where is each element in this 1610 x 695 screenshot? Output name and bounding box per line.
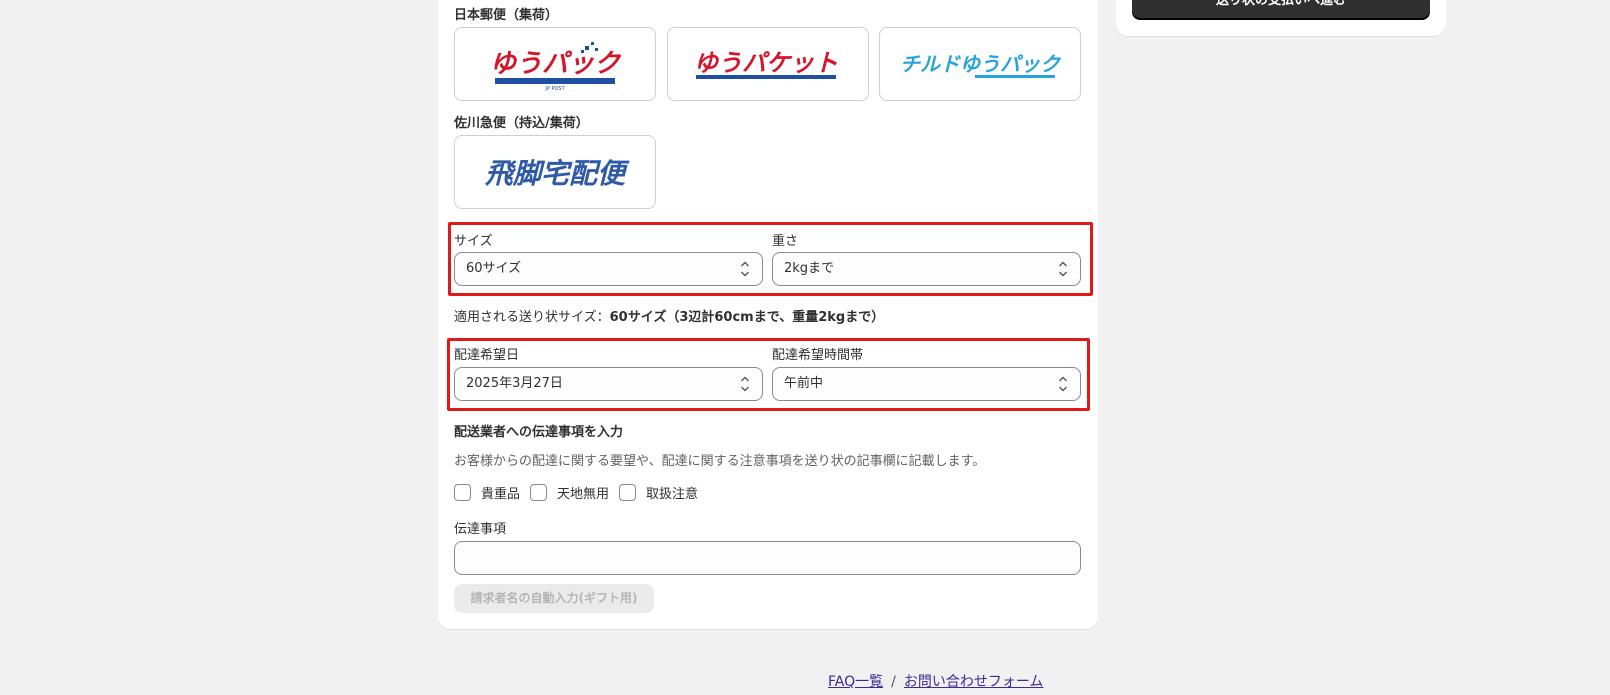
faq-link[interactable]: FAQ一覧 xyxy=(828,674,883,690)
notes-description: お客様からの配達に関する要望や、配達に関する注意事項を送り状の記事欄に記載します… xyxy=(454,454,986,469)
applied-size-prefix: 適用される送り状サイズ： xyxy=(454,310,610,325)
delivery-time-label: 配達希望時間帯 xyxy=(772,348,864,363)
checkbox-label: 天地無用 xyxy=(557,487,610,502)
contact-form-link[interactable]: お問い合わせフォーム xyxy=(904,674,1044,690)
delivery-time-select[interactable]: 午前中 xyxy=(772,367,1081,401)
weight-select-value: 2kgまで xyxy=(784,261,835,276)
yupack-option[interactable]: ゆうパック JP POST xyxy=(454,27,656,101)
yupacket-logo-text: ゆうパケット xyxy=(694,49,838,77)
yupack-logo-text: ゆうパック xyxy=(490,49,622,79)
size-label: サイズ xyxy=(454,234,493,249)
chevron-up-down-icon xyxy=(741,261,749,277)
size-select[interactable]: 60サイズ xyxy=(454,252,763,286)
chevron-up-down-icon xyxy=(741,376,749,392)
applied-size-value: 60サイズ（3辺計60cmまで、重量2kgまで） xyxy=(609,310,885,325)
yupack-logo: ゆうパック JP POST xyxy=(490,42,622,92)
chilled-yupack-logo-text: チルドゆうパック xyxy=(900,52,1062,76)
sagawa-logo-text: 飛脚宅配便 xyxy=(484,157,630,190)
sagawa-label: 佐川急便（持込/集荷） xyxy=(454,116,589,131)
page: 送り状の支払いへ進む 日本郵便（集荷） ゆうパック JP POST ゆうパケット… xyxy=(0,0,1610,695)
chevron-up-down-icon xyxy=(1059,261,1067,277)
weight-label: 重さ xyxy=(772,234,799,249)
sagawa-hikyaku-option[interactable]: 飛脚宅配便 xyxy=(454,135,656,209)
yupacket-option[interactable]: ゆうパケット xyxy=(667,27,869,101)
notes-heading: 配送業者への伝達事項を入力 xyxy=(454,425,624,440)
sagawa-logo: 飛脚宅配便 xyxy=(484,157,630,190)
checkbox-label: 貴重品 xyxy=(481,487,521,502)
japan-post-label: 日本郵便（集荷） xyxy=(454,8,559,23)
checkbox-box[interactable] xyxy=(530,484,548,501)
chilled-yupack-logo: チルドゆうパック xyxy=(900,52,1062,78)
gift-autofill-button[interactable]: 請求者名の自動入力(ギフト用) xyxy=(454,584,654,613)
delivery-date-select[interactable]: 2025年3月27日 xyxy=(454,367,763,401)
size-select-value: 60サイズ xyxy=(466,261,522,276)
message-input[interactable] xyxy=(454,541,1081,575)
checkbox-box[interactable] xyxy=(619,484,637,501)
checkbox-label: 取扱注意 xyxy=(646,487,699,502)
checkbox-valuables[interactable]: 貴重品 xyxy=(454,483,520,502)
checkbox-handle-with-care[interactable]: 取扱注意 xyxy=(619,483,698,502)
chevron-up-down-icon xyxy=(1059,376,1067,392)
delivery-date-value: 2025年3月27日 xyxy=(466,376,563,391)
delivery-date-label: 配達希望日 xyxy=(454,348,520,363)
delivery-time-value: 午前中 xyxy=(784,376,824,391)
footer-links: FAQ一覧 / お問い合わせフォーム xyxy=(828,671,1043,691)
message-label: 伝達事項 xyxy=(454,522,507,537)
proceed-to-payment-button[interactable]: 送り状の支払いへ進む xyxy=(1132,0,1430,18)
notes-checkboxes: 貴重品 天地無用 取扱注意 xyxy=(454,483,708,502)
yupacket-logo: ゆうパケット xyxy=(694,49,838,79)
checkbox-box[interactable] xyxy=(454,484,471,501)
applied-size-text: 適用される送り状サイズ：60サイズ（3辺計60cmまで、重量2kgまで） xyxy=(454,306,884,325)
chilled-yupack-option[interactable]: チルドゆうパック xyxy=(879,27,1081,101)
weight-select[interactable]: 2kgまで xyxy=(772,252,1081,286)
order-summary-card: 送り状の支払いへ進む xyxy=(1116,0,1446,36)
svg-text:JP POST: JP POST xyxy=(544,86,565,92)
footer-separator: / xyxy=(891,674,896,690)
checkbox-this-side-up[interactable]: 天地無用 xyxy=(530,483,609,502)
